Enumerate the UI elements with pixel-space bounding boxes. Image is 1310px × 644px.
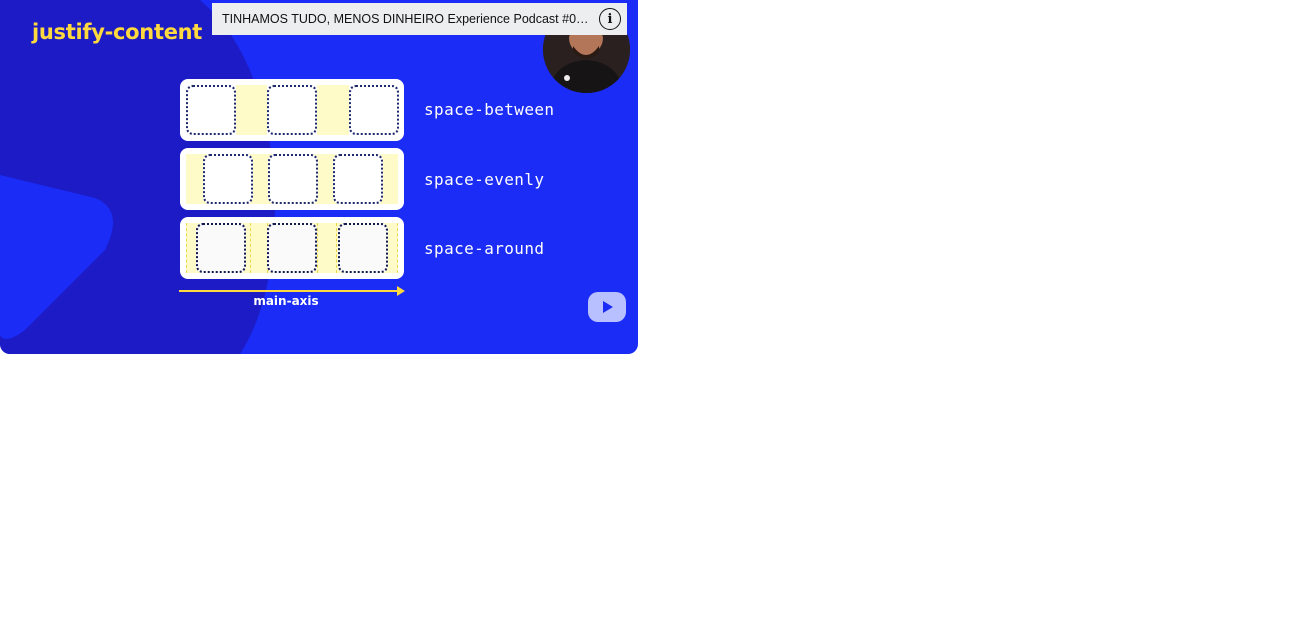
flex-item bbox=[268, 154, 318, 204]
flex-item bbox=[267, 223, 317, 273]
row-label-space-between: space-between bbox=[424, 100, 555, 119]
slide-title: justify-content bbox=[32, 20, 203, 44]
space-evenly-demo bbox=[180, 148, 404, 210]
space-around-demo bbox=[180, 217, 404, 279]
video-player[interactable]: justify-content TINHAMOS TUDO, MENOS DIN… bbox=[0, 0, 638, 354]
space-fill bbox=[250, 223, 268, 273]
flex-item bbox=[203, 154, 253, 204]
space-fill bbox=[236, 85, 267, 135]
row-label-space-around: space-around bbox=[424, 239, 545, 258]
flex-item bbox=[267, 85, 317, 135]
space-fill bbox=[317, 223, 337, 273]
video-title[interactable]: TINHAMOS TUDO, MENOS DINHEIRO Experience… bbox=[212, 12, 593, 26]
space-between-demo bbox=[180, 79, 404, 141]
flex-item bbox=[196, 223, 246, 273]
main-axis-label: main-axis bbox=[253, 294, 319, 308]
flex-item bbox=[349, 85, 399, 135]
info-icon[interactable]: i bbox=[599, 8, 621, 30]
flex-item bbox=[186, 85, 236, 135]
youtube-logo-icon[interactable] bbox=[588, 292, 626, 322]
video-info-bar[interactable]: TINHAMOS TUDO, MENOS DINHEIRO Experience… bbox=[212, 3, 627, 35]
flex-item bbox=[333, 154, 383, 204]
main-axis-arrow bbox=[179, 290, 399, 292]
row-label-space-evenly: space-evenly bbox=[424, 170, 545, 189]
space-fill bbox=[317, 85, 349, 135]
arrow-head-icon bbox=[397, 286, 405, 296]
flex-item bbox=[338, 223, 388, 273]
